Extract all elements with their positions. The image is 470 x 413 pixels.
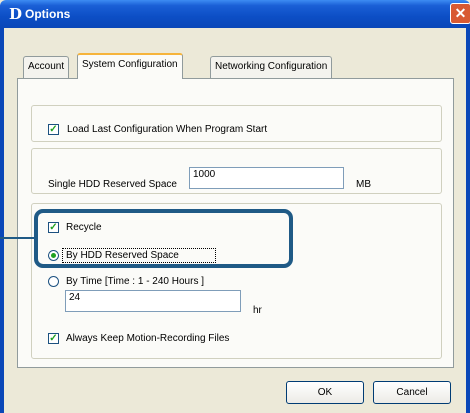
by-time-unit: hr [253, 305, 262, 316]
by-time-radio[interactable] [48, 276, 59, 287]
keep-motion-checkbox[interactable]: ✓ [48, 333, 59, 344]
by-time-label: By Time [Time : 1 - 240 Hours ] [66, 276, 205, 287]
load-last-config-checkbox[interactable]: ✓ [48, 124, 59, 135]
callout-pointer-line [0, 237, 34, 239]
title-bar[interactable]: D Options ✕ [0, 0, 470, 28]
tab-networking-configuration[interactable]: Networking Configuration [210, 56, 333, 78]
app-icon: D [9, 5, 23, 23]
close-button[interactable]: ✕ [450, 3, 470, 24]
keep-motion-label: Always Keep Motion-Recording Files [66, 333, 230, 344]
options-dialog: D Options ✕ Account System Configuration… [0, 0, 470, 413]
close-icon: ✕ [454, 5, 467, 21]
ok-button[interactable]: OK [286, 381, 364, 404]
tab-account[interactable]: Account [23, 56, 70, 78]
cancel-button[interactable]: Cancel [373, 381, 451, 404]
hdd-reserved-label: Single HDD Reserved Space [48, 179, 177, 190]
window-title: Options [25, 7, 71, 21]
load-last-config-label: Load Last Configuration When Program Sta… [67, 124, 268, 135]
hdd-reserved-unit: MB [356, 179, 371, 190]
tab-system-configuration[interactable]: System Configuration [77, 53, 183, 79]
by-time-hours-input[interactable]: 24 [65, 290, 241, 312]
window-frame-right [466, 28, 470, 413]
window-frame-left [0, 28, 4, 413]
hdd-reserved-input[interactable]: 1000 [189, 167, 344, 189]
callout-highlight-box [34, 209, 293, 268]
